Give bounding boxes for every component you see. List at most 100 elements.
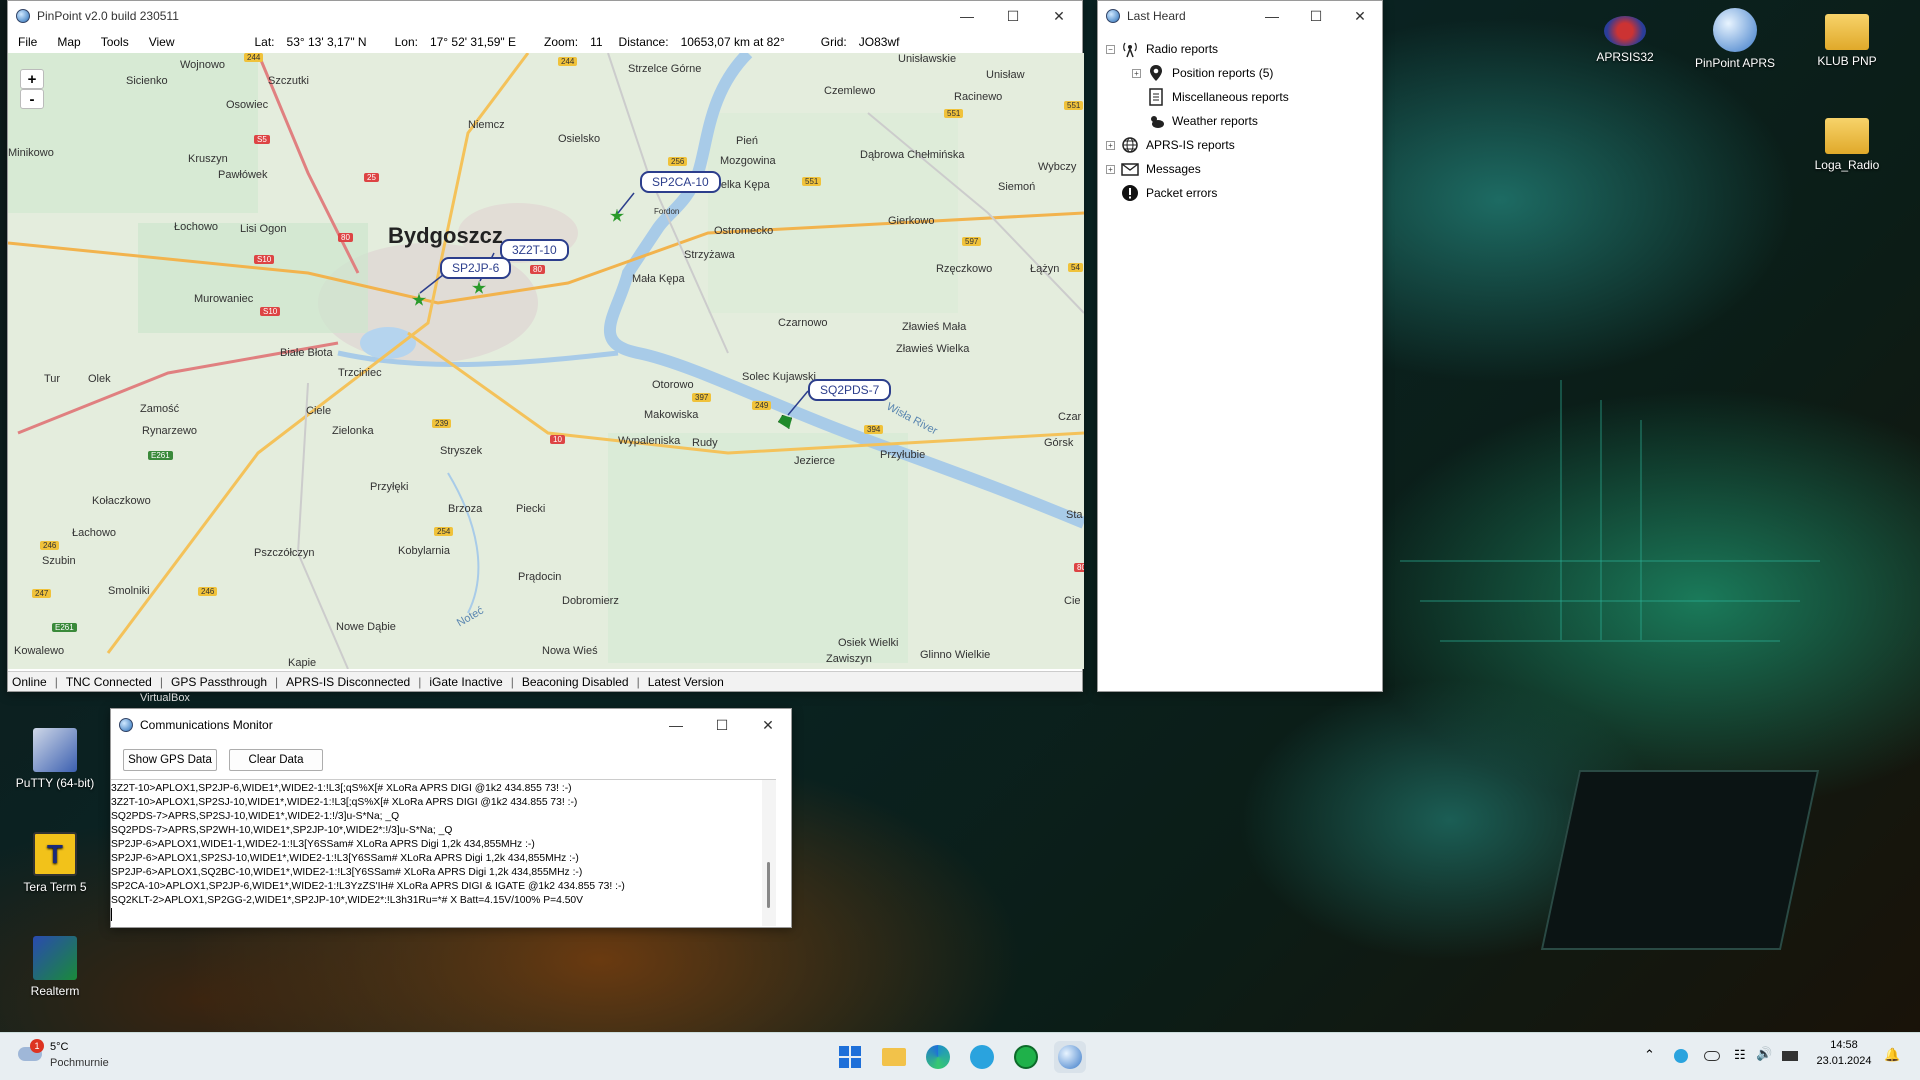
minimize-button[interactable]: —: [1250, 1, 1294, 31]
tree-item-radio-reports[interactable]: − Radio reports: [1106, 37, 1374, 61]
whatsapp-button[interactable]: [1010, 1041, 1042, 1073]
tree-item-position-reports[interactable]: + Position reports (5): [1106, 61, 1374, 85]
desktop-icon-label: PuTTY (64-bit): [15, 776, 95, 790]
battery-icon[interactable]: [1782, 1051, 1798, 1061]
log-line: SQ2PDS-7>APRS,SP2SJ-10,WIDE1*,WIDE2-1:!/…: [111, 811, 400, 822]
status-online: Online: [12, 674, 47, 689]
tree-item-label: APRS-IS reports: [1146, 138, 1235, 152]
desktop-icon-aprsis32[interactable]: APRSIS32: [1580, 8, 1670, 64]
commmon-titlebar[interactable]: Communications Monitor — ☐ ✕: [111, 709, 791, 741]
callout-pointers: [419, 192, 809, 416]
globe-icon: [1121, 136, 1139, 154]
expand-toggle[interactable]: +: [1106, 164, 1115, 174]
desktop-icon-loga-radio[interactable]: Loga_Radio: [1802, 112, 1892, 172]
lat-label: Lat:: [254, 35, 275, 49]
zoom-label: Zoom:: [544, 35, 579, 49]
window-title: PinPoint v2.0 build 230511: [37, 9, 179, 23]
tree-item-aprsis-reports[interactable]: + APRS-IS reports: [1106, 133, 1374, 157]
envelope-icon: [1121, 160, 1139, 178]
pinpoint-taskbar-button[interactable]: [1054, 1041, 1086, 1073]
pinpoint-globe-icon: [1058, 1045, 1082, 1069]
status-igate: iGate Inactive: [429, 674, 503, 689]
teraterm-icon: T: [33, 832, 77, 876]
grid-value: JO83wf: [858, 35, 900, 49]
cloud-sun-icon: [1147, 112, 1165, 130]
log-line: 3Z2T-10>APLOX1,SP2JP-6,WIDE1*,WIDE2-1:!L…: [111, 783, 572, 794]
start-button[interactable]: [834, 1041, 866, 1073]
station-callout[interactable]: 3Z2T-10: [500, 239, 569, 261]
menu-tools[interactable]: Tools: [91, 35, 139, 49]
close-button[interactable]: ✕: [1036, 1, 1082, 31]
log-line: 3Z2T-10>APLOX1,SP2SJ-10,WIDE1*,WIDE2-1:!…: [111, 797, 578, 808]
lastheard-titlebar[interactable]: Last Heard — ☐ ✕: [1098, 1, 1382, 31]
maximize-button[interactable]: ☐: [990, 1, 1036, 31]
chevron-up-icon[interactable]: ⌃: [1644, 1047, 1655, 1063]
tree-item-misc-reports[interactable]: Miscellaneous reports: [1106, 85, 1374, 109]
weather-widget[interactable]: 1 5°C Pochmurnie: [18, 1039, 128, 1075]
clock-time[interactable]: 14:58: [1814, 1039, 1874, 1051]
wifi-icon[interactable]: ☷: [1734, 1047, 1746, 1063]
clear-data-button[interactable]: Clear Data: [229, 749, 323, 771]
clock-date[interactable]: 23.01.2024: [1814, 1055, 1874, 1067]
lastheard-window: Last Heard — ☐ ✕ − Radio reports + Posit…: [1097, 0, 1383, 692]
log-scrollbar[interactable]: [762, 780, 776, 926]
menu-view[interactable]: View: [139, 35, 185, 49]
tree-item-packet-errors[interactable]: Packet errors: [1106, 181, 1374, 205]
telegram-tray-icon[interactable]: [1674, 1049, 1688, 1063]
error-icon: [1121, 184, 1139, 202]
volume-icon[interactable]: 🔊: [1756, 1046, 1772, 1062]
file-explorer-button[interactable]: [878, 1041, 910, 1073]
weather-desc: Pochmurnie: [50, 1057, 109, 1069]
whatsapp-icon: [1014, 1045, 1038, 1069]
tree-item-messages[interactable]: + Messages: [1106, 157, 1374, 181]
tree-item-weather-reports[interactable]: Weather reports: [1106, 109, 1374, 133]
cloud-tray-icon[interactable]: [1704, 1051, 1720, 1061]
tree-item-label: Miscellaneous reports: [1172, 90, 1289, 104]
packet-log[interactable]: 3Z2T-10>APLOX1,SP2JP-6,WIDE1*,WIDE2-1:!L…: [111, 779, 776, 926]
station-callout[interactable]: SQ2PDS-7: [808, 379, 892, 401]
log-line: SP2JP-6>APLOX1,SQ2BC-10,WIDE1*,WIDE2-1:!…: [111, 867, 583, 878]
lat-value: 53° 13' 3,17" N: [286, 35, 367, 49]
windows-logo-icon: [839, 1046, 861, 1068]
grid-label: Grid:: [820, 35, 847, 49]
maximize-button[interactable]: ☐: [1294, 1, 1338, 31]
expand-toggle[interactable]: +: [1106, 140, 1115, 150]
desktop-icon-pinpoint[interactable]: PinPoint APRS: [1690, 8, 1780, 70]
scroll-thumb[interactable]: [767, 862, 770, 908]
desktop-icon-teraterm[interactable]: T Tera Term 5: [10, 832, 100, 894]
tree-item-label: Packet errors: [1146, 186, 1218, 200]
pinpoint-titlebar[interactable]: PinPoint v2.0 build 230511 — ☐ ✕: [8, 1, 1082, 31]
minimize-button[interactable]: —: [944, 1, 990, 31]
station-callout[interactable]: SP2JP-6: [440, 257, 512, 279]
pinpoint-app-icon: [16, 9, 30, 23]
map-pin-icon: [1147, 64, 1165, 82]
telegram-icon: [970, 1045, 994, 1069]
menu-map[interactable]: Map: [47, 35, 90, 49]
status-aprsis: APRS-IS Disconnected: [286, 674, 411, 689]
lon-label: Lon:: [394, 35, 418, 49]
close-button[interactable]: ✕: [1338, 1, 1382, 31]
log-line: SQ2KLT-2>APLOX1,SP2GG-2,WIDE1*,SP2JP-10*…: [111, 895, 584, 906]
commmon-app-icon: [119, 718, 133, 732]
lastheard-app-icon: [1106, 9, 1120, 23]
desktop-icon-realterm[interactable]: Realterm: [10, 936, 100, 998]
notification-bell-icon[interactable]: 🔔: [1884, 1047, 1900, 1063]
maximize-button[interactable]: ☐: [699, 710, 745, 740]
telegram-button[interactable]: [966, 1041, 998, 1073]
close-button[interactable]: ✕: [745, 710, 791, 740]
taskbar: 1 5°C Pochmurnie ⌃ ☷ 🔊 14:58 23.01.2024 …: [0, 1032, 1920, 1080]
tree-item-label: Radio reports: [1146, 42, 1219, 56]
minimize-button[interactable]: —: [653, 710, 699, 740]
collapse-toggle[interactable]: −: [1106, 44, 1115, 54]
menu-file[interactable]: File: [8, 35, 47, 49]
chip-decoration: [1540, 770, 1820, 950]
desktop-icon-putty[interactable]: PuTTY (64-bit): [10, 728, 100, 790]
tree-item-label: Weather reports: [1172, 114, 1258, 128]
station-callout[interactable]: SP2CA-10: [640, 171, 721, 193]
edge-button[interactable]: [922, 1041, 954, 1073]
desktop-icon-label: Realterm: [30, 984, 80, 998]
show-gps-data-button[interactable]: Show GPS Data: [123, 749, 217, 771]
expand-toggle[interactable]: +: [1132, 68, 1141, 78]
map-view[interactable]: + - Bydgoszcz Wojnowo Szczutki Sicienko …: [8, 53, 1084, 669]
desktop-icon-klub-pnp[interactable]: KLUB PNP: [1802, 8, 1892, 68]
